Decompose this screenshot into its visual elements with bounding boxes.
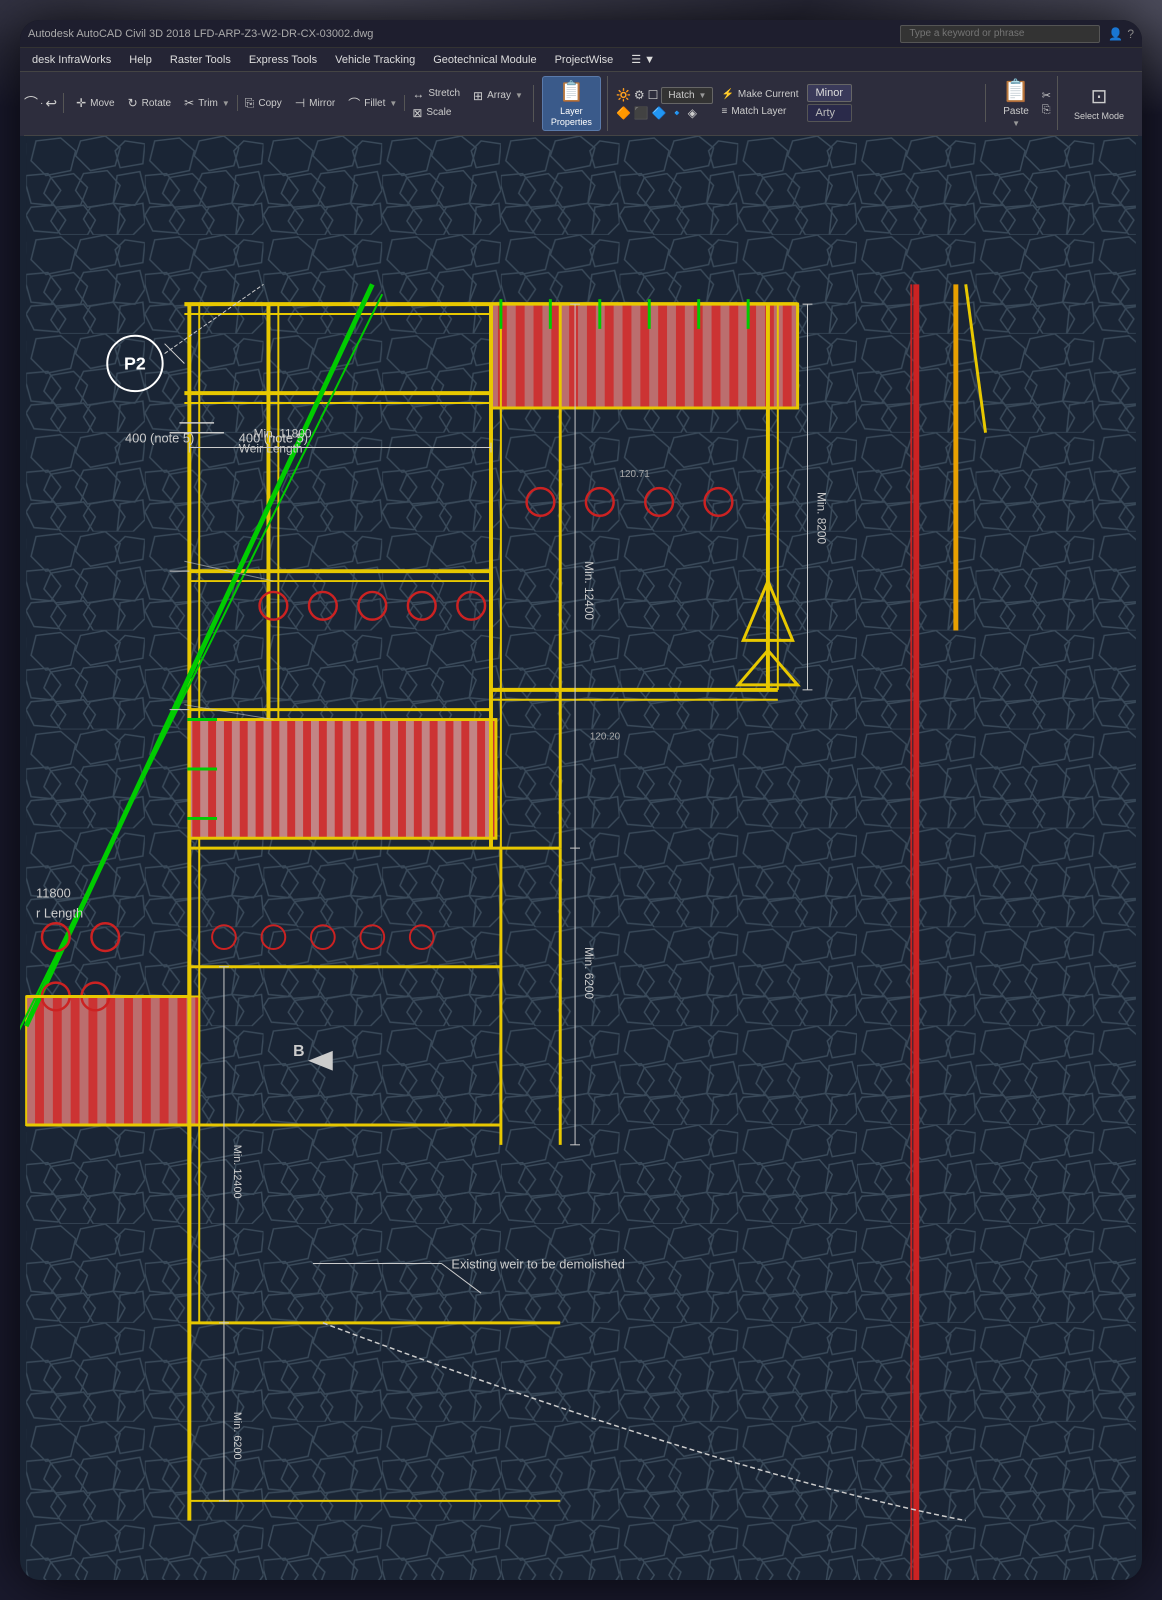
move-button[interactable]: ✛ Move [70,94,121,112]
svg-text:11800: 11800 [36,886,71,901]
mirror-icon: ⊣ [295,96,305,110]
fillet-button[interactable]: ⌒ Fillet ▼ [342,93,403,114]
fillet-icon: ⌒ [348,95,360,112]
mirror-button[interactable]: ⊣ Mirror [289,94,342,112]
svg-text:Existing weir to be demolished: Existing weir to be demolished [451,1256,624,1271]
undo-tool[interactable]: ↩ [45,95,57,112]
array-icon: ⊞ [473,89,483,103]
svg-text:Min. 6200: Min. 6200 [231,1412,243,1460]
make-current-button[interactable]: ⚡ Make Current [717,87,802,102]
array-button[interactable]: ⊞ Array ▼ [467,87,529,105]
help-icon: ? [1127,27,1134,41]
trim-dropdown[interactable]: ▼ [222,99,230,108]
paste-button[interactable]: 📋 Paste ▼ [994,76,1037,130]
paste-dropdown[interactable]: ▼ [1012,119,1020,128]
array-label: Array [487,90,511,101]
title-bar-icons: 👤 ? [1108,27,1134,41]
cut-tool[interactable]: ✂ [1042,89,1051,102]
divider [237,95,238,111]
svg-text:Min. 6200: Min. 6200 [582,947,596,999]
menu-extra[interactable]: ☰ ▼ [623,51,663,68]
trim-icon: ✂ [184,96,194,110]
array-dropdown[interactable]: ▼ [515,91,523,100]
menu-vehicle-tracking[interactable]: Vehicle Tracking [327,52,423,68]
scale-button[interactable]: ⊠ Scale [406,104,466,122]
divider2 [404,95,405,111]
svg-text:Min. 11800: Min. 11800 [254,427,312,441]
svg-text:Min. 12400: Min. 12400 [582,561,596,620]
extra-tool [467,106,487,120]
scale-icon: ⊠ [412,106,422,120]
match-layer-icon: ≡ [721,106,727,117]
cad-svg: P2 400 (note 5) 400 (note 5) [20,136,1142,1580]
svg-text:P2: P2 [124,353,146,373]
stretch-button[interactable]: ↔ Stretch [406,85,466,103]
fillet-dropdown[interactable]: ▼ [389,99,397,108]
arc-tool[interactable]: ⌒ [24,93,38,113]
copy-button[interactable]: ⎘ Copy [239,94,288,113]
copy-label: Copy [258,98,281,109]
paste-icon: 📋 [1002,78,1029,104]
title-bar: Autodesk AutoCAD Civil 3D 2018 LFD-ARP-Z… [20,20,1142,48]
layer-icon: 📋 [559,79,584,104]
paste-label: Paste [1003,106,1029,117]
match-layer-button[interactable]: ≡ Match Layer [717,104,802,119]
menu-projectwise[interactable]: ProjectWise [547,52,622,68]
mirror-label: Mirror [309,98,335,109]
svg-text:B: B [293,1043,304,1060]
svg-text:r Length: r Length [36,905,83,920]
copy-icon: ⎘ [245,96,255,111]
match-layer-label: Match Layer [731,106,786,117]
move-label: Move [90,98,114,109]
cad-drawing-canvas[interactable]: P2 400 (note 5) 400 (note 5) [20,136,1142,1580]
fillet-label: Fillet [364,98,385,109]
layer-tool-2[interactable]: ⚙ [634,88,645,102]
rotate-label: Rotate [142,98,171,109]
make-current-icon: ⚡ [721,89,733,100]
svg-text:Min. 12400: Min. 12400 [231,1145,243,1199]
layer-label: LayerProperties [551,106,592,128]
select-mode-button[interactable]: ⊡ Select Mode [1066,82,1132,124]
svg-text:120.20: 120.20 [590,731,621,742]
arty-layer-tag[interactable]: Arty [807,104,853,122]
layer-properties-button[interactable]: 📋 LayerProperties [542,76,601,131]
menu-help[interactable]: Help [121,52,160,68]
layer-tool-8[interactable]: ◈ [688,106,697,120]
svg-text:Weir Length: Weir Length [239,441,303,455]
menu-geotechnical[interactable]: Geotechnical Module [425,52,544,68]
scale-label: Scale [426,107,451,118]
svg-text:Min. 8200: Min. 8200 [814,492,828,544]
svg-text:120.71: 120.71 [620,469,651,480]
menu-bar: desk InfraWorks Help Raster Tools Expres… [20,48,1142,72]
menu-infraworks[interactable]: desk InfraWorks [24,52,119,68]
copy-tool[interactable]: ⎘ [1042,104,1051,117]
minor-layer-tag[interactable]: Minor [807,84,853,102]
layer-tool-1[interactable]: 🔆 [616,88,631,102]
keyword-search[interactable] [900,25,1100,43]
menu-express-tools[interactable]: Express Tools [241,52,325,68]
trim-button[interactable]: ✂ Trim ▼ [178,94,236,112]
move-icon: ✛ [76,96,86,110]
make-current-label: Make Current [738,89,799,100]
hatch-arrow: ▼ [699,91,707,100]
user-icon: 👤 [1108,27,1123,41]
layer-tool-5[interactable]: ⬛ [634,106,649,120]
trim-label: Trim [198,98,218,109]
select-mode-icon: ⊡ [1091,84,1108,109]
select-mode-label: Select Mode [1074,111,1124,122]
hatch-label: Hatch [668,90,694,101]
layer-tool-7[interactable]: 🔹 [670,106,685,120]
hatch-dropdown[interactable]: Hatch ▼ [661,87,713,104]
rotate-icon: ↻ [128,96,138,110]
stretch-icon: ↔ [412,87,424,101]
rotate-button[interactable]: ↻ Rotate [122,94,178,112]
layer-tool-6[interactable]: 🔷 [652,106,667,120]
app-title: Autodesk AutoCAD Civil 3D 2018 LFD-ARP-Z… [28,28,892,40]
menu-raster-tools[interactable]: Raster Tools [162,52,239,68]
layer-tool-4[interactable]: 🔶 [616,106,631,120]
layer-tool-3[interactable]: ☐ [648,88,659,102]
stretch-label: Stretch [428,88,460,99]
